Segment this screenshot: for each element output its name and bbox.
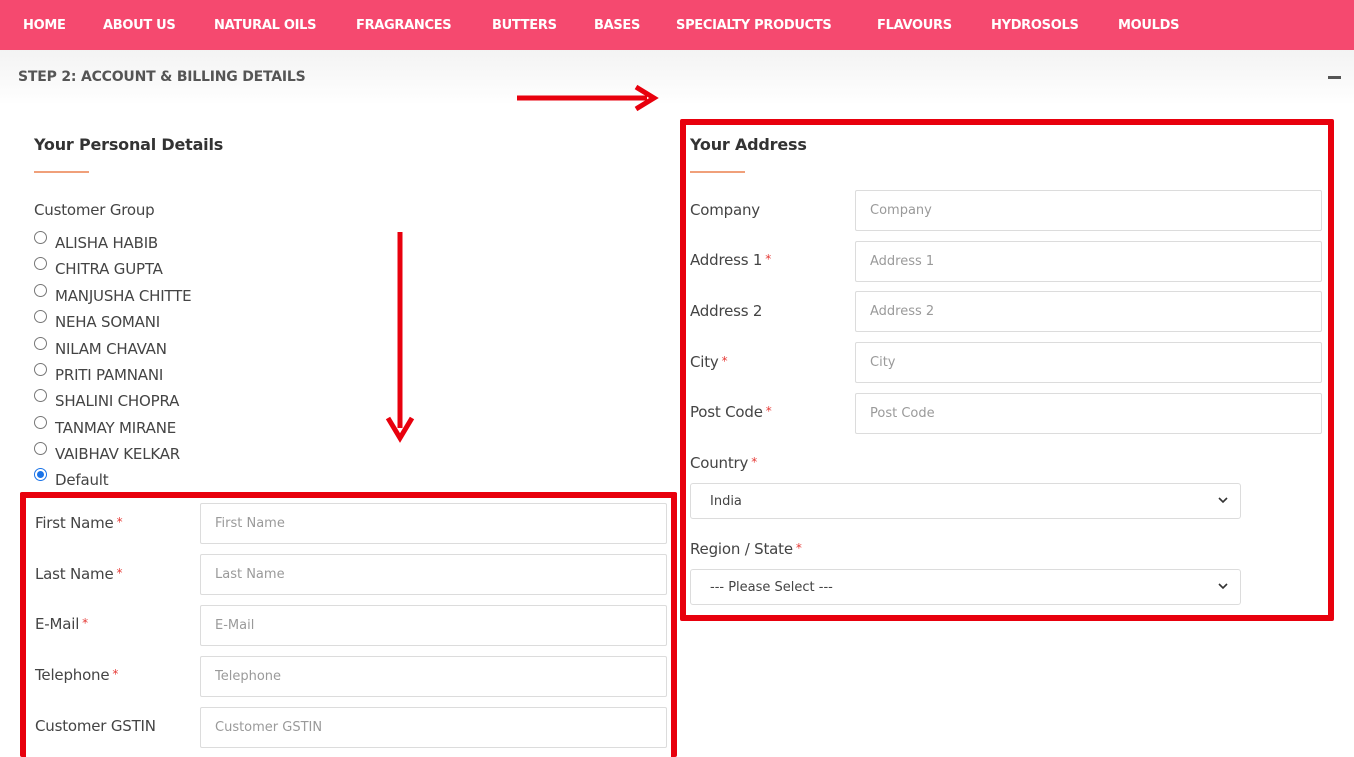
- radio-label: Default: [55, 471, 109, 489]
- last-name-label: Last Name *: [35, 565, 122, 583]
- radio-label: SHALINI CHOPRA: [55, 392, 180, 410]
- address-1-input[interactable]: [855, 241, 1322, 282]
- field-label-text: E-Mail: [35, 615, 80, 633]
- radio-button[interactable]: [34, 416, 47, 429]
- telephone-label: Telephone *: [35, 666, 118, 684]
- address-2-label: Address 2: [690, 302, 765, 320]
- field-label-text: First Name: [35, 514, 114, 532]
- nav-hydrosols-link[interactable]: HYDROSOLS: [991, 0, 1079, 50]
- address-1-label: Address 1 *: [690, 251, 771, 269]
- radio-button-checked[interactable]: [34, 468, 47, 481]
- radio-button[interactable]: [34, 231, 47, 244]
- step-header[interactable]: STEP 2: ACCOUNT & BILLING DETAILS: [0, 50, 1354, 105]
- company-input[interactable]: [855, 190, 1322, 231]
- email-label: E-Mail *: [35, 615, 88, 633]
- required-marker: *: [112, 667, 119, 681]
- first-name-input[interactable]: [200, 503, 667, 544]
- region-selected-value: --- Please Select ---: [710, 580, 833, 595]
- radio-label: CHITRA GUPTA: [55, 260, 163, 278]
- radio-button[interactable]: [34, 310, 47, 323]
- required-marker: *: [116, 515, 123, 529]
- title-underline: [34, 171, 89, 173]
- required-marker: *: [765, 404, 772, 418]
- address-2-input[interactable]: [855, 291, 1322, 332]
- nav-natural-oils-link[interactable]: NATURAL OILS: [214, 0, 316, 50]
- city-input[interactable]: [855, 342, 1322, 383]
- arrow-icon: [517, 84, 659, 112]
- nav-about-us-link[interactable]: ABOUT US: [103, 0, 176, 50]
- radio-label: NILAM CHAVAN: [55, 340, 167, 358]
- radio-label: VAIBHAV KELKAR: [55, 445, 181, 463]
- personal-details-title: Your Personal Details: [34, 135, 224, 154]
- radio-label: NEHA SOMANI: [55, 313, 160, 331]
- required-marker: *: [795, 541, 802, 555]
- radio-button[interactable]: [34, 389, 47, 402]
- region-select[interactable]: --- Please Select ---: [690, 569, 1241, 605]
- country-select[interactable]: India: [690, 483, 1241, 519]
- chevron-down-icon: [1218, 583, 1228, 590]
- company-label: Company: [690, 201, 763, 219]
- radio-label: MANJUSHA CHITTE: [55, 287, 192, 305]
- nav-butters-link[interactable]: BUTTERS: [492, 0, 557, 50]
- region-label: Region / State *: [690, 540, 802, 558]
- radio-button[interactable]: [34, 337, 47, 350]
- customer-group-label: Customer Group: [34, 201, 155, 219]
- required-marker: *: [82, 616, 88, 630]
- post-code-input[interactable]: [855, 393, 1322, 434]
- nav-specialty-products-link[interactable]: SPECIALTY PRODUCTS: [676, 0, 832, 50]
- country-label: Country *: [690, 454, 757, 472]
- customer-gstin-input[interactable]: [200, 707, 667, 748]
- city-label: City *: [690, 353, 728, 371]
- customer-gstin-label: Customer GSTIN: [35, 717, 159, 735]
- field-label-text: Last Name: [35, 565, 114, 583]
- field-label-text: Address 2: [690, 302, 763, 320]
- radio-button[interactable]: [34, 442, 47, 455]
- telephone-input[interactable]: [200, 656, 667, 697]
- step-title: STEP 2: ACCOUNT & BILLING DETAILS: [18, 69, 306, 85]
- nav-home-link[interactable]: HOME: [23, 0, 66, 50]
- field-label-text: City: [690, 353, 719, 371]
- field-label-text: Company: [690, 201, 760, 219]
- required-marker: *: [116, 566, 123, 580]
- field-label-text: Address 1: [690, 251, 763, 269]
- radio-button[interactable]: [34, 284, 47, 297]
- radio-label: TANMAY MIRANE: [55, 419, 176, 437]
- radio-label: ALISHA HABIB: [55, 234, 159, 252]
- first-name-label: First Name *: [35, 514, 123, 532]
- minus-icon[interactable]: [1328, 76, 1341, 79]
- chevron-down-icon: [1218, 497, 1228, 504]
- radio-label: PRITI PAMNANI: [55, 366, 164, 384]
- required-marker: *: [721, 354, 728, 368]
- last-name-input[interactable]: [200, 554, 667, 595]
- field-label-text: Region / State: [690, 540, 793, 558]
- nav-bases-link[interactable]: BASES: [594, 0, 640, 50]
- nav-flavours-link[interactable]: FLAVOURS: [877, 0, 952, 50]
- address-title: Your Address: [690, 135, 807, 154]
- field-label-text: Country: [690, 454, 749, 472]
- title-underline: [690, 171, 745, 173]
- nav-fragrances-link[interactable]: FRAGRANCES: [356, 0, 452, 50]
- field-label-text: Post Code: [690, 403, 763, 421]
- required-marker: *: [765, 252, 772, 266]
- field-label-text: Telephone: [35, 666, 110, 684]
- radio-button[interactable]: [34, 363, 47, 376]
- nav-moulds-link[interactable]: MOULDS: [1118, 0, 1179, 50]
- country-selected-value: India: [710, 494, 742, 509]
- required-marker: *: [751, 455, 758, 469]
- top-navbar: HOME ABOUT US NATURAL OILS FRAGRANCES BU…: [0, 0, 1354, 50]
- arrow-icon: [385, 232, 415, 443]
- radio-button[interactable]: [34, 257, 47, 270]
- post-code-label: Post Code *: [690, 403, 772, 421]
- email-input[interactable]: [200, 605, 667, 646]
- field-label-text: Customer GSTIN: [35, 717, 156, 735]
